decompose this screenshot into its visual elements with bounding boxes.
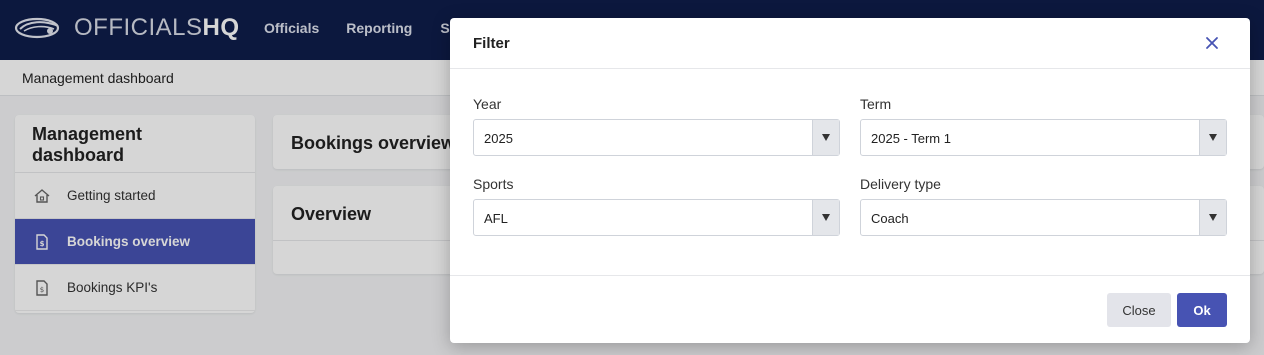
delivery-type-label: Delivery type [860, 176, 941, 192]
year-value: 2025 [484, 131, 513, 146]
sports-value: AFL [484, 211, 508, 226]
chevron-down-icon[interactable] [1199, 120, 1226, 155]
close-icon[interactable] [1202, 33, 1222, 53]
sports-label: Sports [473, 176, 514, 192]
filter-dialog: Filter Year 2025 Term 2025 - Term 1 Spor… [450, 18, 1250, 343]
close-button[interactable]: Close [1107, 293, 1171, 327]
chevron-down-icon[interactable] [812, 120, 839, 155]
chevron-down-icon[interactable] [812, 200, 839, 235]
dialog-title: Filter [473, 35, 510, 52]
delivery-type-value: Coach [871, 211, 909, 226]
sports-select[interactable]: AFL [473, 199, 840, 236]
term-select[interactable]: 2025 - Term 1 [860, 119, 1227, 156]
year-label: Year [473, 96, 502, 112]
dialog-footer: Close Ok [450, 275, 1250, 343]
delivery-type-select[interactable]: Coach [860, 199, 1227, 236]
term-value: 2025 - Term 1 [871, 131, 951, 146]
chevron-down-icon[interactable] [1199, 200, 1226, 235]
ok-button[interactable]: Ok [1177, 293, 1227, 327]
year-select[interactable]: 2025 [473, 119, 840, 156]
term-label: Term [860, 96, 892, 112]
dialog-header: Filter [450, 18, 1250, 69]
